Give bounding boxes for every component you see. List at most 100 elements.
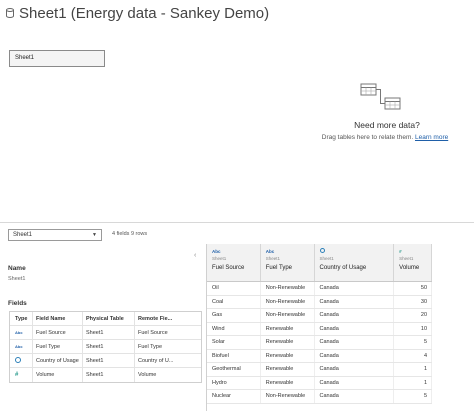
section-divider bbox=[0, 222, 474, 223]
data-grid: Abc Sheet1 Fuel Source Abc Sheet1 Fuel T… bbox=[206, 244, 433, 411]
table-row: Hydro Renewable Canada 1 bbox=[207, 376, 433, 390]
cell-volume: 20 bbox=[394, 309, 433, 322]
grid-header: Abc Sheet1 Fuel Source Abc Sheet1 Fuel T… bbox=[207, 244, 433, 282]
name-label: Name bbox=[8, 265, 26, 272]
cell-volume: 1 bbox=[394, 363, 433, 376]
learn-more-link[interactable]: Learn more bbox=[415, 134, 448, 141]
cell-volume: 5 bbox=[394, 336, 433, 349]
cell-fuel-type: Renewable bbox=[261, 376, 315, 389]
cell-country: Canada bbox=[315, 349, 395, 362]
globe-type-icon[interactable] bbox=[15, 356, 21, 363]
string-type-icon[interactable]: Abc bbox=[266, 248, 314, 255]
remote-field: Fuel Source bbox=[134, 326, 201, 339]
cell-fuel-type: Renewable bbox=[261, 363, 315, 376]
cell-fuel-source: Nuclear bbox=[207, 390, 261, 403]
globe-type-icon[interactable] bbox=[319, 248, 325, 253]
cell-fuel-source: Gas bbox=[207, 309, 261, 322]
cell-fuel-type: Renewable bbox=[261, 336, 315, 349]
cell-volume: 10 bbox=[394, 322, 433, 335]
field-name[interactable]: Country of Usage bbox=[32, 354, 82, 367]
physical-table: Sheet1 bbox=[82, 326, 134, 339]
string-type-icon[interactable]: Abc bbox=[15, 330, 23, 335]
column-name: Fuel Source bbox=[212, 265, 245, 271]
string-type-icon[interactable]: Abc bbox=[212, 248, 260, 255]
join-tables-icon bbox=[360, 83, 401, 110]
page-title: Sheet1 (Energy data - Sankey Demo) bbox=[19, 4, 270, 22]
cell-fuel-type: Non-Renewable bbox=[261, 390, 315, 403]
table-row: Geothermal Renewable Canada 1 bbox=[207, 363, 433, 377]
cell-country: Canada bbox=[315, 295, 395, 308]
cell-volume: 5 bbox=[394, 390, 433, 403]
table-row: Oil Non-Renewable Canada 50 bbox=[207, 282, 433, 296]
string-type-icon[interactable]: Abc bbox=[15, 344, 23, 349]
cell-fuel-source: Geothermal bbox=[207, 363, 261, 376]
fields-label: Fields bbox=[8, 300, 27, 307]
column-header-physical-table[interactable]: Physical Table bbox=[82, 312, 134, 325]
name-value: Sheet1 bbox=[8, 276, 26, 282]
chevron-down-icon: ▼ bbox=[92, 232, 97, 238]
table-row: Solar Renewable Canada 5 bbox=[207, 336, 433, 350]
grid-column-header[interactable]: Sheet1 Country of Usage bbox=[315, 244, 395, 281]
cell-country: Canada bbox=[315, 390, 395, 403]
cell-fuel-source: Solar bbox=[207, 336, 261, 349]
column-header-field-name[interactable]: Field Name bbox=[32, 312, 82, 325]
grid-column-header[interactable]: # Sheet1 Volume bbox=[394, 244, 433, 281]
table-row: Gas Non-Renewable Canada 20 bbox=[207, 309, 433, 323]
cell-volume: 1 bbox=[394, 376, 433, 389]
column-header-type[interactable]: Type bbox=[10, 316, 32, 322]
field-row[interactable]: Abc Fuel Source Sheet1 Fuel Source bbox=[10, 326, 201, 340]
drag-tables-hint: Drag tables here to relate them. Learn m… bbox=[296, 134, 474, 141]
number-type-icon[interactable]: # bbox=[15, 372, 18, 378]
column-source: Sheet1 bbox=[212, 256, 227, 261]
field-name[interactable]: Fuel Type bbox=[32, 340, 82, 353]
column-name: Volume bbox=[399, 265, 420, 271]
column-header-remote-field[interactable]: Remote Fie... bbox=[134, 312, 201, 325]
cell-country: Canada bbox=[315, 322, 395, 335]
fields-table: Type Field Name Physical Table Remote Fi… bbox=[9, 311, 202, 383]
cell-fuel-type: Non-Renewable bbox=[261, 295, 315, 308]
remote-field: Country of U... bbox=[134, 354, 201, 367]
remote-field: Volume bbox=[134, 368, 201, 382]
column-name: Country of Usage bbox=[319, 265, 367, 271]
field-row[interactable]: # Volume Sheet1 Volume bbox=[10, 368, 201, 382]
cell-fuel-source: Wind bbox=[207, 322, 261, 335]
cell-fuel-type: Non-Renewable bbox=[261, 309, 315, 322]
cell-country: Canada bbox=[315, 376, 395, 389]
cell-fuel-type: Renewable bbox=[261, 322, 315, 335]
field-name[interactable]: Fuel Source bbox=[32, 326, 82, 339]
physical-table: Sheet1 bbox=[82, 340, 134, 353]
sheet-select[interactable]: Sheet1 ▼ bbox=[8, 229, 102, 241]
column-source: Sheet1 bbox=[399, 256, 414, 261]
table-row: Biofuel Renewable Canada 4 bbox=[207, 349, 433, 363]
cell-country: Canada bbox=[315, 282, 395, 295]
field-row[interactable]: Abc Fuel Type Sheet1 Fuel Type bbox=[10, 340, 201, 354]
cell-fuel-source: Coal bbox=[207, 295, 261, 308]
grid-column-header[interactable]: Abc Sheet1 Fuel Source bbox=[207, 244, 261, 281]
cell-country: Canada bbox=[315, 309, 395, 322]
title-bar: Sheet1 (Energy data - Sankey Demo) bbox=[6, 2, 269, 24]
cell-volume: 50 bbox=[394, 282, 433, 295]
collapse-pane-icon[interactable]: ‹ bbox=[194, 252, 196, 259]
field-name[interactable]: Volume bbox=[32, 368, 82, 382]
physical-table: Sheet1 bbox=[82, 354, 134, 367]
field-row[interactable]: Country of Usage Sheet1 Country of U... bbox=[10, 354, 201, 368]
table-row: Wind Renewable Canada 10 bbox=[207, 322, 433, 336]
drag-hint-text: Drag tables here to relate them. bbox=[321, 134, 414, 141]
cell-country: Canada bbox=[315, 363, 395, 376]
column-source: Sheet1 bbox=[265, 256, 281, 261]
canvas-table-chip[interactable]: Sheet1 bbox=[9, 50, 105, 67]
remote-field: Fuel Type bbox=[134, 340, 201, 353]
cell-fuel-source: Biofuel bbox=[207, 349, 261, 362]
grid-column-header[interactable]: Abc Sheet1 Fuel Type bbox=[261, 244, 315, 281]
column-name: Fuel Type bbox=[265, 265, 293, 271]
cell-country: Canada bbox=[315, 336, 395, 349]
cell-fuel-source: Hydro bbox=[207, 376, 261, 389]
fields-table-header: Type Field Name Physical Table Remote Fi… bbox=[10, 312, 201, 326]
cell-fuel-type: Renewable bbox=[261, 349, 315, 362]
database-icon bbox=[6, 8, 14, 18]
table-row: Nuclear Non-Renewable Canada 5 bbox=[207, 390, 433, 404]
grid-body: Oil Non-Renewable Canada 50 Coal Non-Renewabl… bbox=[207, 282, 433, 404]
number-type-icon[interactable]: # bbox=[399, 248, 431, 255]
column-source: Sheet1 bbox=[319, 256, 334, 261]
physical-table: Sheet1 bbox=[82, 368, 134, 382]
